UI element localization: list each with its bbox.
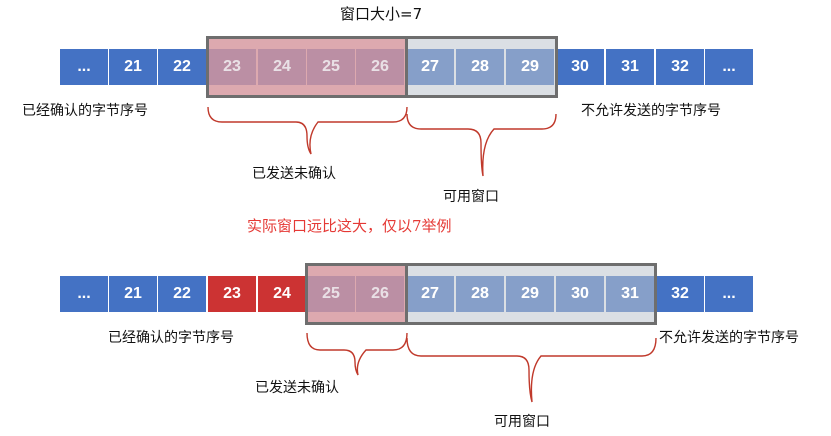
top-available-brace — [406, 113, 557, 177]
top-sent-brace — [207, 106, 408, 155]
bottom-available-brace — [406, 337, 657, 403]
bottom-sent-brace — [306, 332, 408, 376]
brace-layer — [207, 106, 657, 403]
